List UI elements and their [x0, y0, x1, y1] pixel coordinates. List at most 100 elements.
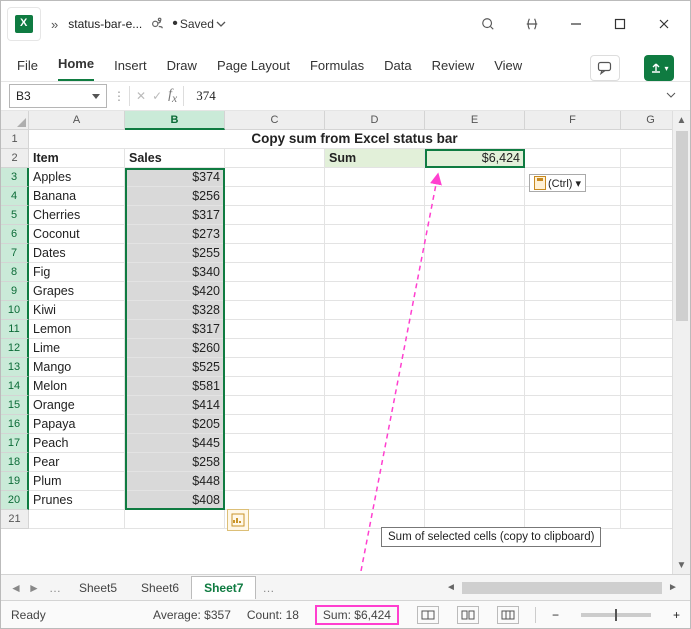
cell-empty[interactable] — [225, 415, 325, 434]
select-all-triangle[interactable] — [1, 111, 29, 130]
sales-cell-1[interactable]: $256 — [125, 187, 225, 206]
row-header-14[interactable]: 14 — [1, 377, 29, 396]
row-header-15[interactable]: 15 — [1, 396, 29, 415]
tab-home[interactable]: Home — [58, 50, 94, 81]
row-header-10[interactable]: 10 — [1, 301, 29, 320]
scroll-up-button[interactable]: ▲ — [673, 111, 691, 129]
item-cell-8[interactable]: Lemon — [29, 320, 125, 339]
hscroll-left[interactable]: ◄ — [442, 579, 460, 597]
tab-review[interactable]: Review — [432, 52, 475, 81]
sales-cell-14[interactable]: $445 — [125, 434, 225, 453]
cell-empty[interactable] — [425, 396, 525, 415]
cell-empty[interactable] — [325, 339, 425, 358]
cancel-icon[interactable]: ✕ — [136, 89, 146, 103]
item-cell-4[interactable]: Dates — [29, 244, 125, 263]
cell-empty[interactable] — [225, 396, 325, 415]
comments-button[interactable] — [590, 55, 620, 81]
tab-page-layout[interactable]: Page Layout — [217, 52, 290, 81]
cell-empty[interactable] — [425, 168, 525, 187]
cell-empty[interactable] — [525, 415, 621, 434]
autosave-status[interactable]: •Saved — [172, 15, 226, 33]
sales-cell-16[interactable]: $448 — [125, 472, 225, 491]
cell-empty[interactable] — [325, 453, 425, 472]
cell-empty[interactable] — [325, 320, 425, 339]
sheet-more-left[interactable]: … — [43, 581, 67, 595]
cell-empty[interactable] — [525, 225, 621, 244]
row-header-8[interactable]: 8 — [1, 263, 29, 282]
cell-empty[interactable] — [225, 339, 325, 358]
cell-empty[interactable] — [525, 434, 621, 453]
hscroll-thumb[interactable] — [462, 582, 662, 594]
sales-cell-3[interactable]: $273 — [125, 225, 225, 244]
maximize-button[interactable] — [600, 9, 640, 39]
cell-empty[interactable] — [325, 396, 425, 415]
item-cell-6[interactable]: Grapes — [29, 282, 125, 301]
row-header-1[interactable]: 1 — [1, 130, 29, 149]
sales-cell-12[interactable]: $414 — [125, 396, 225, 415]
item-cell-16[interactable]: Plum — [29, 472, 125, 491]
row-header-17[interactable]: 17 — [1, 434, 29, 453]
cell-empty[interactable] — [225, 377, 325, 396]
overflow-icon[interactable]: » — [45, 17, 64, 32]
cell-empty[interactable] — [125, 510, 225, 529]
cell-empty[interactable] — [425, 206, 525, 225]
cell-empty[interactable] — [325, 282, 425, 301]
row-header-18[interactable]: 18 — [1, 453, 29, 472]
cell-empty[interactable] — [525, 453, 621, 472]
cell-empty[interactable] — [525, 491, 621, 510]
item-cell-10[interactable]: Mango — [29, 358, 125, 377]
row-headers[interactable]: 123456789101112131415161718192021 — [1, 130, 29, 529]
cell-c2[interactable] — [225, 149, 325, 168]
sum-value-cell[interactable]: $6,424 — [425, 149, 525, 168]
cell-empty[interactable] — [325, 206, 425, 225]
sales-cell-10[interactable]: $525 — [125, 358, 225, 377]
col-header-f[interactable]: F — [525, 111, 621, 130]
row-header-16[interactable]: 16 — [1, 415, 29, 434]
col-header-b[interactable]: B — [125, 111, 225, 130]
cell-empty[interactable] — [29, 510, 125, 529]
sheet-tab-sheet7[interactable]: Sheet7 — [191, 576, 256, 599]
row-header-20[interactable]: 20 — [1, 491, 29, 510]
view-page-break-button[interactable] — [497, 606, 519, 624]
cell-empty[interactable] — [325, 377, 425, 396]
cell-empty[interactable] — [425, 358, 525, 377]
cell-empty[interactable] — [525, 339, 621, 358]
view-page-layout-button[interactable] — [457, 606, 479, 624]
sales-cell-9[interactable]: $260 — [125, 339, 225, 358]
status-count[interactable]: Count: 18 — [247, 608, 299, 622]
row-header-5[interactable]: 5 — [1, 206, 29, 225]
sales-cell-13[interactable]: $205 — [125, 415, 225, 434]
cell-empty[interactable] — [325, 187, 425, 206]
horizontal-scroll-area[interactable]: ◄ ► — [280, 579, 684, 597]
sales-cell-17[interactable]: $408 — [125, 491, 225, 510]
formula-input[interactable]: 374 — [190, 84, 654, 108]
row-header-3[interactable]: 3 — [1, 168, 29, 187]
cell-empty[interactable] — [425, 377, 525, 396]
cell-empty[interactable] — [425, 263, 525, 282]
cell-empty[interactable] — [325, 472, 425, 491]
item-cell-1[interactable]: Banana — [29, 187, 125, 206]
item-cell-5[interactable]: Fig — [29, 263, 125, 282]
cell-empty[interactable] — [325, 225, 425, 244]
cell-empty[interactable] — [325, 168, 425, 187]
scroll-down-button[interactable]: ▼ — [673, 556, 691, 574]
col-header-c[interactable]: C — [225, 111, 325, 130]
cell-empty[interactable] — [525, 358, 621, 377]
cell-empty[interactable] — [325, 415, 425, 434]
sales-cell-11[interactable]: $581 — [125, 377, 225, 396]
sales-cell-0[interactable]: $374 — [125, 168, 225, 187]
fx-icon[interactable]: fx — [168, 87, 177, 105]
row-header-11[interactable]: 11 — [1, 320, 29, 339]
scroll-thumb[interactable] — [676, 131, 688, 321]
cell-empty[interactable] — [225, 301, 325, 320]
cell-empty[interactable] — [225, 472, 325, 491]
cell-empty[interactable] — [525, 244, 621, 263]
cell-f2[interactable] — [525, 149, 621, 168]
sales-cell-5[interactable]: $340 — [125, 263, 225, 282]
zoom-out-button[interactable]: − — [552, 608, 559, 622]
cell-empty[interactable] — [225, 225, 325, 244]
cell-empty[interactable] — [525, 377, 621, 396]
cell-empty[interactable] — [225, 358, 325, 377]
cell-empty[interactable] — [425, 282, 525, 301]
share-button[interactable]: ▾ — [644, 55, 674, 81]
